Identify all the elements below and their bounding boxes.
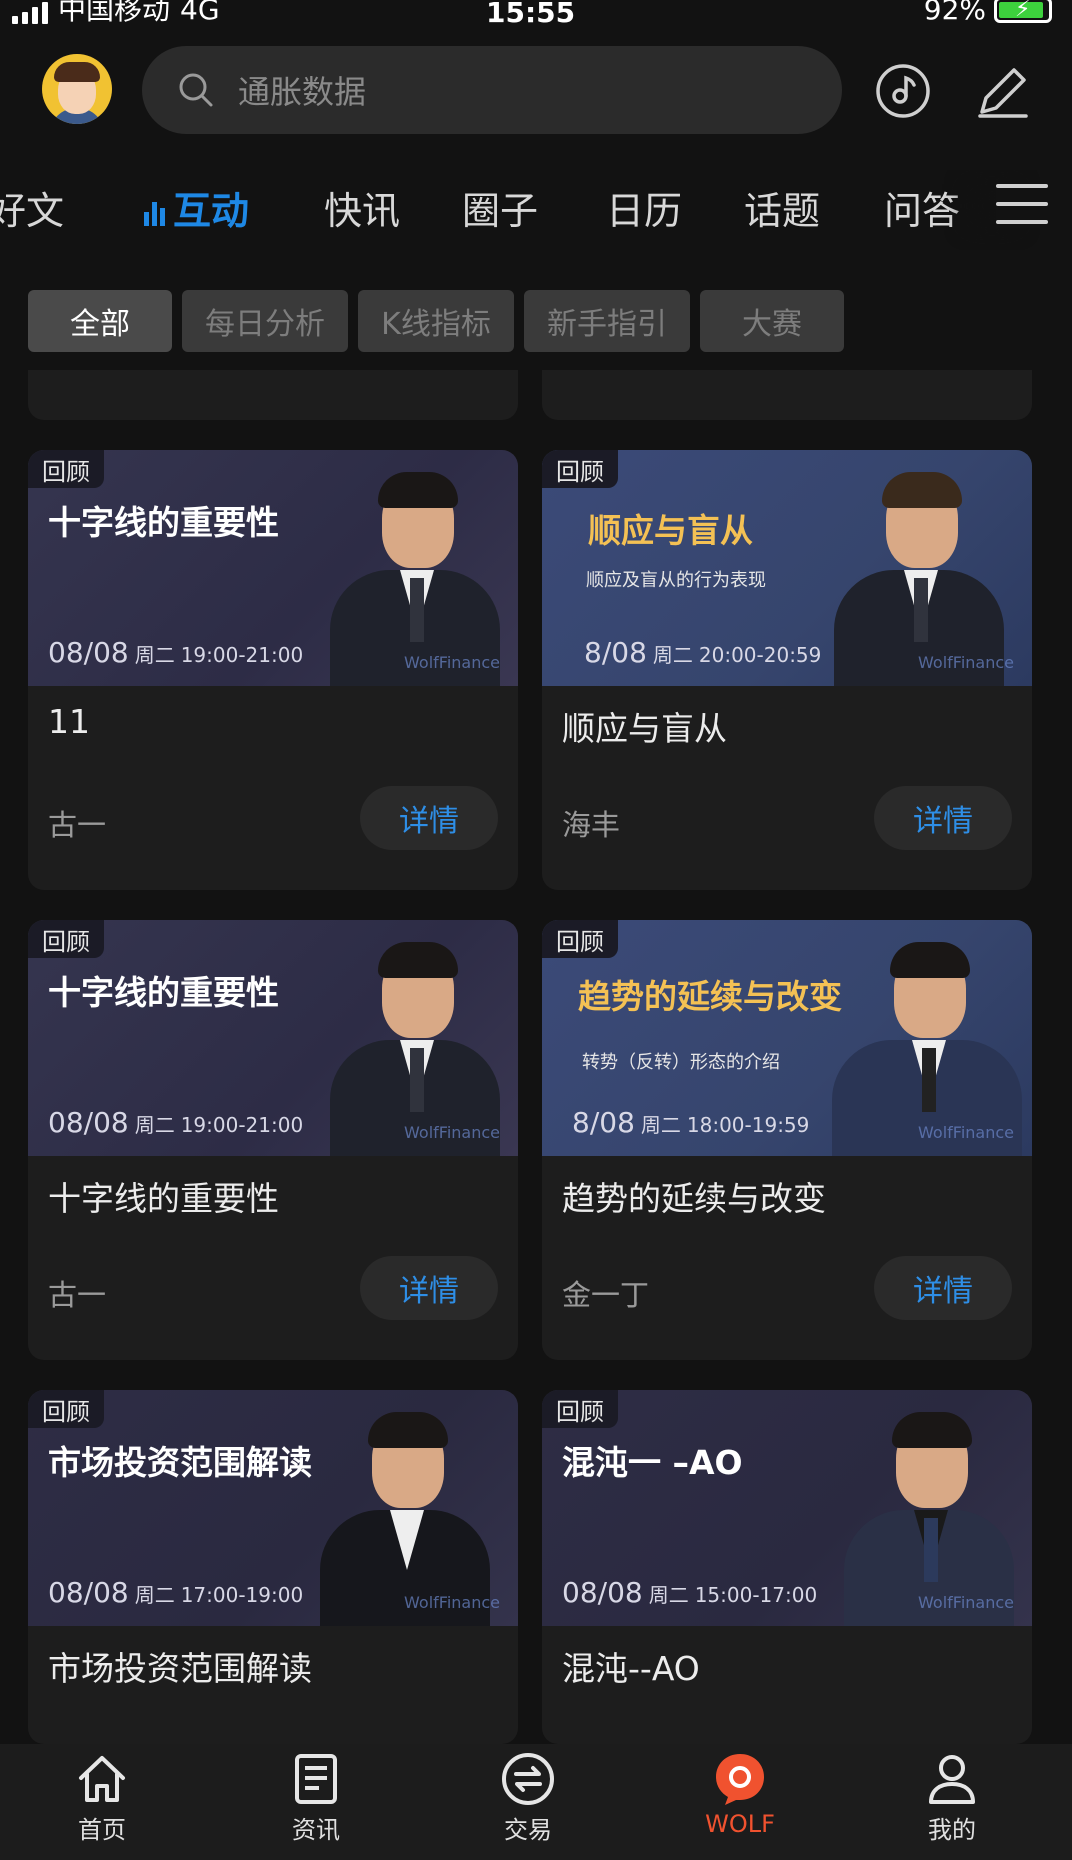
- card-thumbnail: 回顾 十字线的重要性 08/08 周二 19:00-21:00 WolfFinanc…: [28, 450, 518, 686]
- status-bar: 中国移动 4G 15:55 92% ⚡: [0, 0, 1072, 30]
- card-remnant: [542, 370, 1032, 420]
- chip-all[interactable]: 全部: [28, 290, 172, 352]
- news-icon: [295, 1754, 337, 1804]
- card-thumbnail: 回顾 十字线的重要性 08/08 周二 19:00-21:00 WolfFinanc…: [28, 920, 518, 1156]
- category-tabs: 好文 互动 快讯 圈子 日历 话题 问答: [0, 170, 1072, 250]
- signal-icon: [12, 2, 48, 24]
- live-card[interactable]: 回顾 混沌一 –AO 08/08 周二 15:00-17:00 WolfFinanc…: [542, 1390, 1032, 1744]
- thumb-subtitle: 顺应及盲从的行为表现: [586, 570, 766, 591]
- top-header: 通胀数据: [0, 40, 1072, 140]
- nav-wolf[interactable]: WOLF: [680, 1750, 800, 1838]
- nav-trade[interactable]: 交易: [468, 1750, 588, 1845]
- thumb-schedule: 08/08 周二 17:00-19:00: [48, 1576, 304, 1609]
- replay-badge: 回顾: [28, 450, 104, 488]
- avatar[interactable]: [42, 54, 112, 124]
- card-title: 11: [48, 702, 90, 741]
- card-remnant: [28, 370, 518, 420]
- chip-contest[interactable]: 大赛: [700, 290, 844, 352]
- search-placeholder: 通胀数据: [238, 73, 367, 111]
- search-input[interactable]: 通胀数据: [142, 46, 842, 134]
- details-button[interactable]: 详情: [360, 786, 498, 850]
- chip-daily-analysis[interactable]: 每日分析: [182, 290, 348, 352]
- card-title: 趋势的延续与改变: [562, 1179, 826, 1218]
- watermark-logo: WolfFinance: [404, 1593, 500, 1612]
- tab-qa[interactable]: 问答: [884, 180, 960, 235]
- replay-badge: 回顾: [28, 920, 104, 958]
- thumb-title: 十字线的重要性: [48, 503, 279, 542]
- thumb-title: 市场投资范围解读: [48, 1443, 312, 1482]
- watermark-logo: WolfFinance: [918, 1593, 1014, 1612]
- battery-percent: 92%: [923, 0, 986, 26]
- carrier-label: 中国移动: [58, 0, 171, 26]
- watermark-logo: WolfFinance: [404, 653, 500, 672]
- home-icon: [79, 1756, 125, 1802]
- tab-calendar[interactable]: 日历: [606, 180, 682, 235]
- music-icon[interactable]: [874, 62, 932, 120]
- watermark-logo: WolfFinance: [918, 1123, 1014, 1142]
- live-card[interactable]: 回顾 十字线的重要性 08/08 周二 19:00-21:00 WolfFinanc…: [28, 920, 518, 1360]
- card-thumbnail: 回顾 混沌一 –AO 08/08 周二 15:00-17:00 WolfFinanc…: [542, 1390, 1032, 1626]
- nav-profile[interactable]: 我的: [892, 1750, 1012, 1845]
- thumb-title: 十字线的重要性: [48, 973, 279, 1012]
- live-card[interactable]: 回顾 趋势的延续与改变 转势（反转）形态的介绍 8/08 周二 18:00-19:5…: [542, 920, 1032, 1360]
- replay-badge: 回顾: [28, 1390, 104, 1428]
- thumb-title: 顺应与盲从: [588, 511, 753, 550]
- replay-badge: 回顾: [542, 450, 618, 488]
- card-author: 金一丁: [562, 1278, 650, 1312]
- bars-icon: [144, 200, 165, 226]
- card-title: 顺应与盲从: [562, 709, 727, 748]
- card-thumbnail: 回顾 趋势的延续与改变 转势（反转）形态的介绍 8/08 周二 18:00-19:5…: [542, 920, 1032, 1156]
- tab-circles[interactable]: 圈子: [462, 180, 538, 235]
- thumb-title: 混沌一 –AO: [562, 1443, 743, 1482]
- watermark-logo: WolfFinance: [404, 1123, 500, 1142]
- clock: 15:55: [486, 0, 576, 29]
- thumb-schedule: 8/08 周二 18:00-19:59: [572, 1106, 810, 1139]
- battery-icon: ⚡: [994, 0, 1052, 23]
- thumb-schedule: 08/08 周二 19:00-21:00: [48, 1106, 304, 1139]
- wolf-icon: [716, 1754, 764, 1805]
- thumb-schedule: 08/08 周二 19:00-21:00: [48, 636, 304, 669]
- thumb-schedule: 8/08 周二 20:00-20:59: [584, 636, 822, 669]
- details-button[interactable]: 详情: [360, 1256, 498, 1320]
- replay-badge: 回顾: [542, 920, 618, 958]
- live-card[interactable]: 回顾 顺应与盲从 顺应及盲从的行为表现 8/08 周二 20:00-20:59 Wo…: [542, 450, 1032, 890]
- edit-icon[interactable]: [974, 62, 1032, 120]
- thumb-subtitle: 转势（反转）形态的介绍: [582, 1052, 780, 1073]
- replay-badge: 回顾: [542, 1390, 618, 1428]
- card-title: 十字线的重要性: [48, 1179, 279, 1218]
- thumb-schedule: 08/08 周二 15:00-17:00: [562, 1576, 818, 1609]
- filter-chips: 全部 每日分析 K线指标 新手指引 大赛: [28, 290, 844, 352]
- search-icon: [178, 72, 214, 108]
- menu-icon[interactable]: [996, 184, 1048, 228]
- card-thumbnail: 回顾 市场投资范围解读 08/08 周二 17:00-19:00 WolfFinan…: [28, 1390, 518, 1626]
- details-button[interactable]: 详情: [874, 786, 1012, 850]
- nav-news[interactable]: 资讯: [256, 1750, 376, 1845]
- tab-interactive[interactable]: 互动: [144, 180, 249, 235]
- tab-topics[interactable]: 话题: [744, 180, 820, 235]
- watermark-logo: WolfFinance: [918, 653, 1014, 672]
- card-author: 古一: [48, 808, 107, 842]
- live-card[interactable]: 回顾 十字线的重要性 08/08 周二 19:00-21:00 WolfFinanc…: [28, 450, 518, 890]
- card-author: 海丰: [562, 808, 621, 842]
- exchange-icon: [502, 1753, 554, 1805]
- details-button[interactable]: 详情: [874, 1256, 1012, 1320]
- chip-beginner-guide[interactable]: 新手指引: [524, 290, 690, 352]
- bottom-nav: 首页 资讯 交易 WOLF 我的: [0, 1744, 1072, 1860]
- card-title: 市场投资范围解读: [48, 1649, 312, 1688]
- tab-flash-news[interactable]: 快讯: [324, 180, 400, 235]
- thumb-title: 趋势的延续与改变: [578, 977, 842, 1016]
- tab-articles[interactable]: 好文: [0, 180, 64, 235]
- profile-icon: [929, 1755, 975, 1804]
- card-thumbnail: 回顾 顺应与盲从 顺应及盲从的行为表现 8/08 周二 20:00-20:59 Wo…: [542, 450, 1032, 686]
- card-title: 混沌--AO: [562, 1649, 700, 1688]
- chip-kline-indicators[interactable]: K线指标: [358, 290, 514, 352]
- nav-home[interactable]: 首页: [42, 1750, 162, 1845]
- live-card[interactable]: 回顾 市场投资范围解读 08/08 周二 17:00-19:00 WolfFinan…: [28, 1390, 518, 1744]
- network-label: 4G: [180, 0, 220, 26]
- card-author: 古一: [48, 1278, 107, 1312]
